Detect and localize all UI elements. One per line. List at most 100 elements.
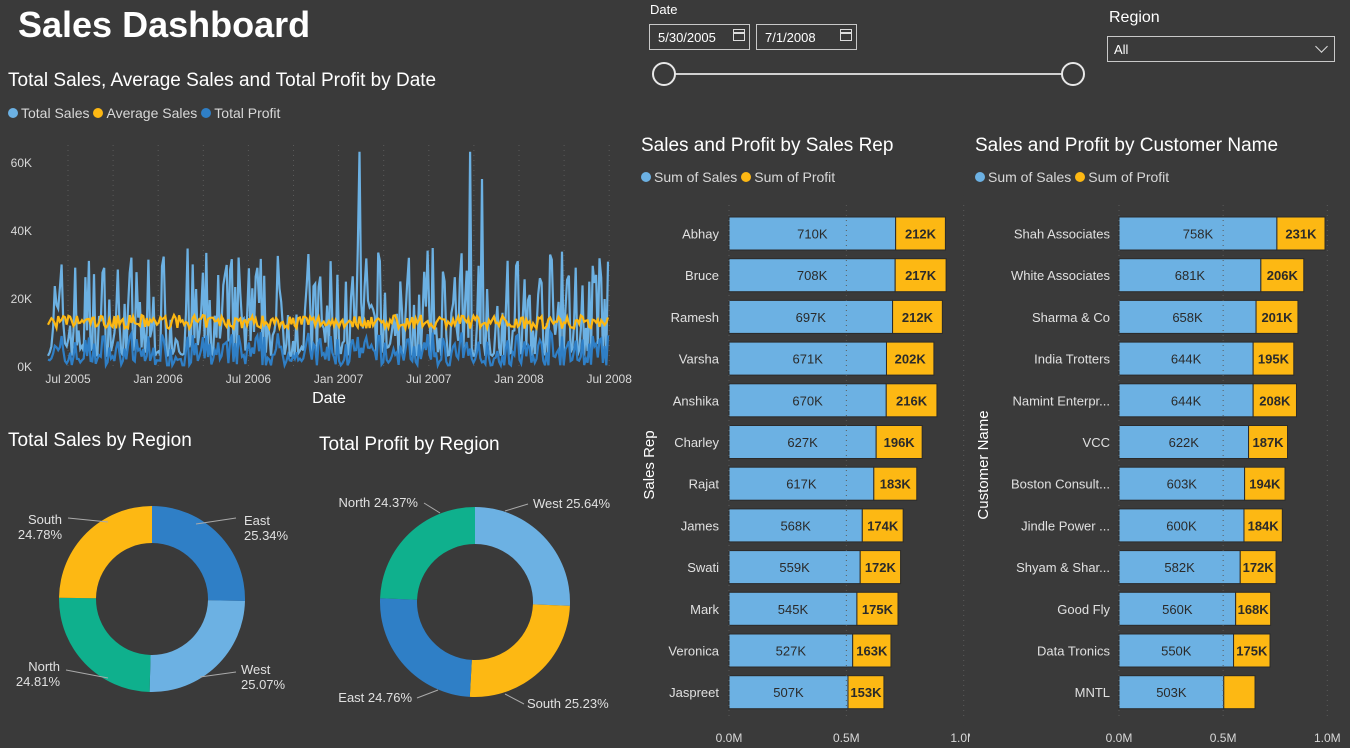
- dashboard-title: Sales Dashboard: [18, 4, 311, 45]
- category-label: Anshika: [673, 393, 720, 408]
- customer-bar-chart: Shah Associates 758K 231K White Associates 6…: [975, 205, 1341, 745]
- category-label: Namint Enterpr...: [1012, 393, 1110, 408]
- slice-label-north: North: [28, 659, 60, 674]
- bar-profit[interactable]: [1223, 675, 1256, 710]
- legend-item-sum-of-sales[interactable]: Sum of Sales: [641, 169, 737, 185]
- category-label: Shah Associates: [1014, 227, 1111, 242]
- bar-sales-label: 708K: [797, 268, 828, 283]
- legend-dot: [93, 108, 104, 118]
- bar-profit-label: 195K: [1258, 352, 1290, 367]
- legend-label: Average Sales: [106, 105, 198, 121]
- x-tick-label: 1.0M: [950, 731, 970, 745]
- donut-slice-south[interactable]: [59, 506, 153, 599]
- donut-slice-west[interactable]: [475, 507, 570, 606]
- legend-dot: [641, 172, 651, 182]
- legend-label: Total Profit: [214, 105, 281, 121]
- legend-dot: [201, 108, 212, 118]
- bar-sales-label: 697K: [796, 310, 827, 325]
- bar-profit-label: 175K: [1236, 644, 1268, 659]
- donut-slice-south[interactable]: [469, 604, 570, 697]
- category-label: Varsha: [679, 352, 720, 367]
- x-tick-label: Jul 2006: [226, 372, 272, 386]
- bar-sales-label: 758K: [1183, 227, 1214, 242]
- legend-label: Total Sales: [21, 105, 90, 121]
- date-range-start-handle[interactable]: [652, 62, 676, 86]
- calendar-icon[interactable]: [733, 29, 745, 41]
- slice-label-east: East 24.76%: [338, 690, 412, 705]
- line-chart-title: Total Sales, Average Sales and Total Pro…: [8, 70, 437, 91]
- bar-sales-label: 545K: [778, 602, 809, 617]
- line-chart-plot: 0K 20K 40K 60K Jul 2005 Jan 2006 Jul 2006 Jan …: [11, 145, 632, 407]
- donut-slice-east[interactable]: [152, 506, 245, 601]
- legend-item-total-sales[interactable]: Total Sales: [8, 105, 89, 121]
- legend-dot: [741, 172, 752, 182]
- bar-profit-label: 172K: [1243, 560, 1275, 575]
- slice-percent-east: 25.34%: [244, 528, 289, 543]
- calendar-icon[interactable]: [840, 29, 852, 41]
- start-date-input[interactable]: 5/30/2005: [649, 24, 750, 50]
- legend-item-total-profit[interactable]: Total Profit: [201, 105, 280, 121]
- category-label: White Associates: [1011, 268, 1110, 283]
- bar-sales-label: 658K: [1172, 310, 1203, 325]
- category-label: James: [681, 518, 720, 533]
- end-date-input[interactable]: 7/1/2008: [756, 24, 857, 50]
- bar-profit-label: 208K: [1259, 393, 1291, 408]
- y-axis-title: Sales Rep: [641, 430, 658, 499]
- bar-sales-label: 550K: [1161, 644, 1192, 659]
- legend-dot: [975, 172, 985, 182]
- bar-sales-label: 627K: [787, 435, 818, 450]
- slice-label-east: East: [244, 513, 270, 528]
- bar-profit-label: 202K: [895, 352, 927, 367]
- legend-label: Sum of Profit: [754, 169, 836, 185]
- category-label: Veronica: [668, 644, 719, 659]
- x-tick-label: 0.0M: [716, 731, 743, 745]
- legend-label: Sum of Profit: [1088, 169, 1170, 185]
- slice-label-south: South 25.23%: [527, 696, 609, 711]
- legend-dot: [8, 108, 18, 118]
- leader-line: [67, 517, 109, 523]
- leader-line: [504, 503, 529, 512]
- legend-label: Sum of Sales: [988, 169, 1072, 185]
- x-tick-label: 0.5M: [833, 731, 860, 745]
- x-tick-label: Jul 2007: [406, 372, 452, 386]
- category-label: Swati: [687, 560, 719, 575]
- x-tick-label: Jan 2006: [134, 372, 184, 386]
- start-date-value: 5/30/2005: [658, 29, 716, 45]
- category-label: Bruce: [685, 268, 719, 283]
- y-tick-label: 60K: [11, 156, 32, 170]
- legend-item-average-sales[interactable]: Average Sales: [93, 105, 197, 121]
- date-range-end-handle[interactable]: [1061, 62, 1085, 86]
- x-tick-label: 0.5M: [1210, 731, 1237, 745]
- date-range-track[interactable]: [665, 73, 1074, 75]
- category-label: Rajat: [689, 477, 720, 492]
- legend-item-sum-of-profit[interactable]: Sum of Profit: [741, 169, 835, 185]
- legend-item-sum-of-profit[interactable]: Sum of Profit: [1075, 169, 1169, 185]
- bar-sales-label: 710K: [797, 227, 828, 242]
- customer-chart-title: Sales and Profit by Customer Name: [975, 135, 1279, 156]
- bar-sales-label: 582K: [1164, 560, 1195, 575]
- category-label: Mark: [690, 602, 719, 617]
- chevron-down-icon[interactable]: [1315, 40, 1328, 53]
- legend-item-sum-of-sales[interactable]: Sum of Sales: [975, 169, 1071, 185]
- bar-sales-label: 670K: [792, 393, 823, 408]
- bar-profit-label: 206K: [1267, 268, 1299, 283]
- category-label: Jindle Power ...: [1021, 518, 1110, 533]
- bar-profit-label: 172K: [865, 560, 897, 575]
- profit-region-donut: West 25.64% South 25.23% East 24.76% North …: [338, 495, 611, 711]
- date-filter-label: Date: [650, 2, 678, 17]
- end-date-value: 7/1/2008: [765, 29, 816, 45]
- bar-sales-label: 527K: [776, 644, 807, 659]
- donut-slice-west[interactable]: [149, 600, 245, 692]
- sales-region-donut: East25.34% West25.07% North24.81% South24.7…: [16, 506, 289, 692]
- bar-profit-label: 153K: [850, 685, 882, 700]
- bar-profit-label: 187K: [1252, 435, 1284, 450]
- y-tick-label: 0K: [17, 360, 32, 374]
- category-label: Sharma & Co: [1032, 310, 1110, 325]
- donut-slice-north[interactable]: [380, 507, 475, 600]
- donut-slice-east[interactable]: [380, 598, 472, 697]
- slice-label-west: West 25.64%: [533, 496, 611, 511]
- y-tick-label: 40K: [11, 224, 32, 238]
- bar-profit-label: 174K: [867, 518, 899, 533]
- category-label: Charley: [674, 435, 719, 450]
- region-dropdown[interactable]: All: [1107, 36, 1335, 62]
